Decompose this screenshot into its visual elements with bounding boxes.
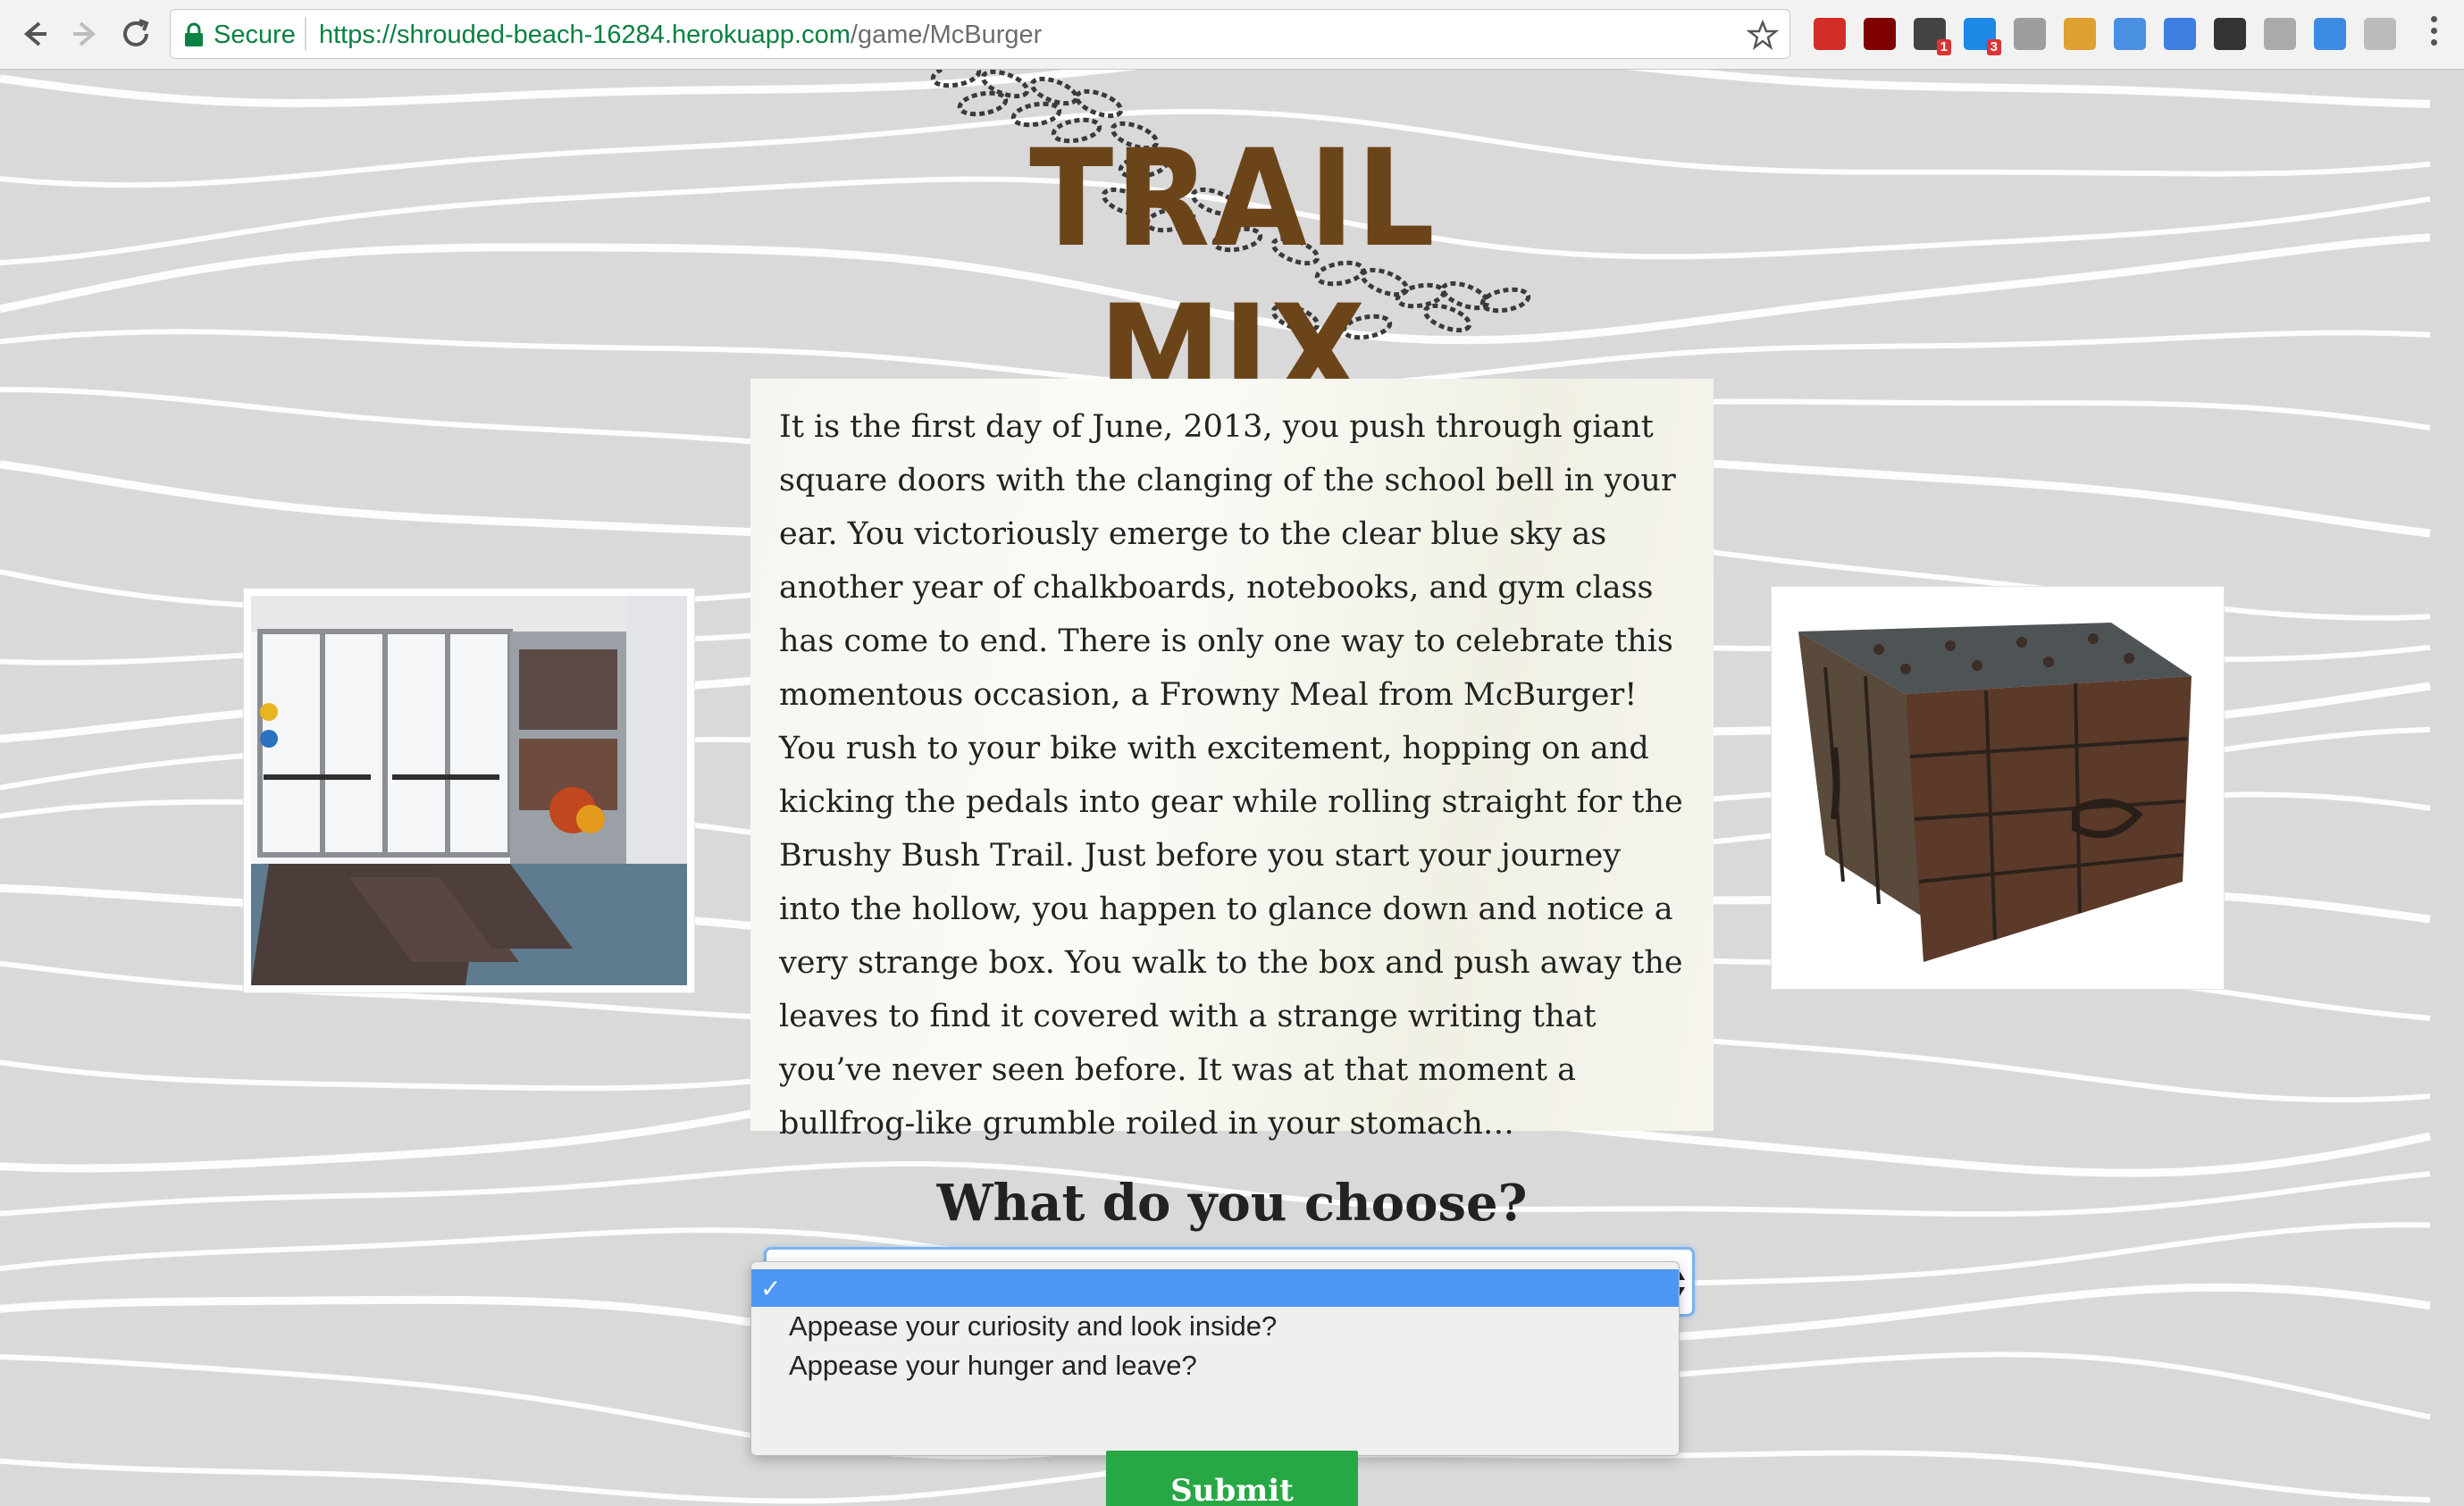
url-host: https://shrouded-beach-16284.herokuapp.c… <box>319 21 851 49</box>
extension-a-icon[interactable]: 1 <box>1914 18 1951 55</box>
resize-icon[interactable] <box>2314 18 2346 50</box>
option-leave[interactable]: Appease your hunger and leave? <box>751 1346 1679 1385</box>
question-heading: What do you choose? <box>936 1174 1528 1233</box>
rss-icon[interactable] <box>2364 18 2396 50</box>
checkmark-icon: ✓ <box>760 1275 782 1302</box>
story-panel: It is the first day of June, 2013, you p… <box>750 379 1714 1142</box>
trail-mix-logo: TRAIL MIX <box>920 70 1546 432</box>
browser-menu-icon[interactable] <box>2428 16 2439 52</box>
extension-badge: 1 <box>1936 39 1951 55</box>
arrows-icon[interactable] <box>2164 18 2196 50</box>
option-empty[interactable]: ✓ <box>751 1269 1679 1307</box>
choice-dropdown-list[interactable]: ✓ Appease your curiosity and look inside… <box>750 1261 1680 1456</box>
browser-toolbar: Secure https://shrouded-beach-16284.hero… <box>0 0 2464 70</box>
school-doors-image <box>243 588 695 993</box>
extension-badge: 3 <box>1986 39 2001 55</box>
footprint-mark <box>930 70 982 88</box>
back-arrow-icon <box>23 21 46 46</box>
footprint-mark <box>957 90 1009 117</box>
address-bar[interactable]: Secure https://shrouded-beach-16284.hero… <box>170 9 1790 59</box>
footprint-mark <box>1074 88 1124 119</box>
reload-icon <box>123 19 149 46</box>
reload-button[interactable] <box>114 13 157 55</box>
skype-icon[interactable]: 3 <box>1964 18 2001 55</box>
url-path: /game/McBurger <box>850 21 1043 49</box>
strange-box-image <box>1771 586 2225 990</box>
eyedropper-icon[interactable] <box>2114 18 2146 50</box>
strongbox-photo <box>1772 587 2224 989</box>
ublock-icon[interactable] <box>1864 18 1896 50</box>
back-button[interactable] <box>13 13 55 55</box>
secure-label: Secure <box>214 21 296 49</box>
url-text[interactable]: https://shrouded-beach-16284.herokuapp.c… <box>319 21 1042 50</box>
screenshot-icon[interactable] <box>2214 18 2246 50</box>
option-look-inside[interactable]: Appease your curiosity and look inside? <box>751 1307 1679 1346</box>
url-separator <box>305 17 306 51</box>
submit-answer-button[interactable]: Submit Answer <box>1106 1451 1358 1506</box>
forward-button[interactable] <box>64 13 107 55</box>
lastpass-icon[interactable] <box>1814 18 1846 50</box>
circle-icon[interactable] <box>2264 18 2296 50</box>
bookmark-star-icon[interactable] <box>1747 19 1779 51</box>
game-page: TRAIL MIX It is the first day of June, 2… <box>0 70 2464 1506</box>
forward-arrow-icon <box>73 21 96 46</box>
story-text: It is the first day of June, 2013, you p… <box>779 409 1683 1142</box>
school-doors-photo <box>251 596 687 985</box>
footprint-mark <box>980 70 1030 99</box>
table-icon[interactable] <box>2014 18 2046 50</box>
lock-icon <box>185 22 203 46</box>
ruler-icon[interactable] <box>2064 18 2096 50</box>
